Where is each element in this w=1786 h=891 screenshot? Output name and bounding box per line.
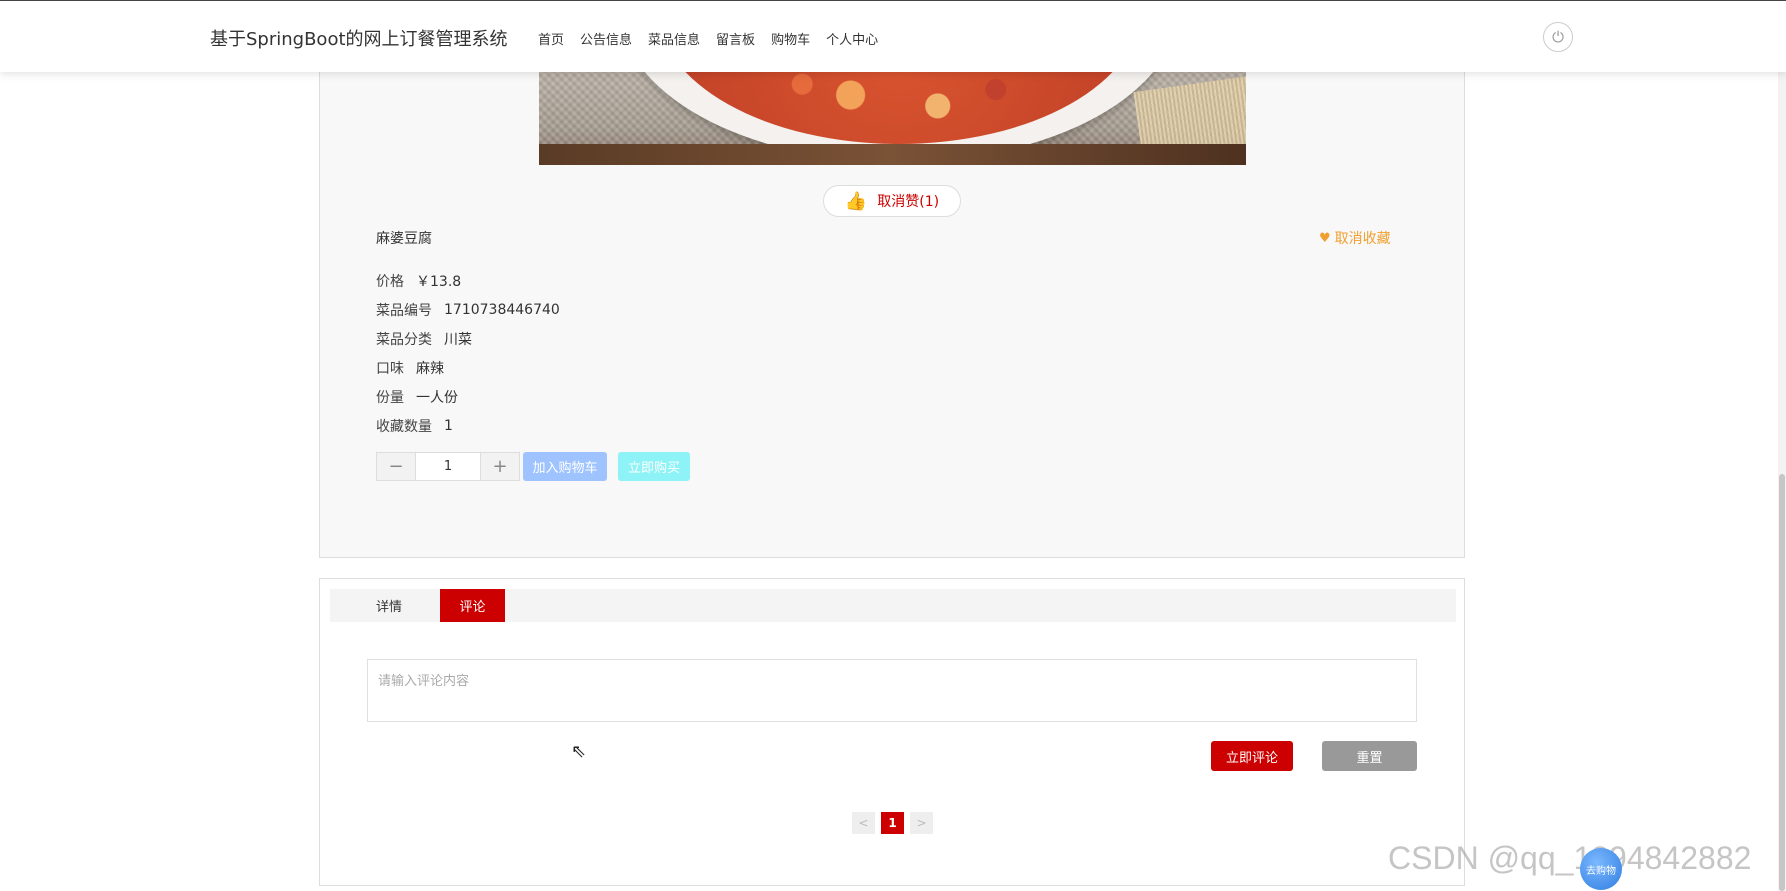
unfavorite-button[interactable]: ♥ 取消收藏 <box>1319 228 1391 248</box>
unfavorite-label: 取消收藏 <box>1334 231 1391 247</box>
plus-icon: + <box>492 456 508 477</box>
current-page-button[interactable]: 1 <box>881 812 904 834</box>
thumbs-up-icon: 👍 <box>844 190 868 212</box>
table-shape <box>539 144 1246 165</box>
attr-favorite-count: 收藏数量 1 <box>376 411 560 440</box>
attr-value: 1 <box>444 417 453 434</box>
attr-category: 菜品分类 川菜 <box>376 324 560 353</box>
nav-announcements[interactable]: 公告信息 <box>580 29 632 48</box>
mouse-cursor-icon: ⇖ <box>571 741 587 762</box>
attr-label: 菜品分类 <box>376 331 432 348</box>
attr-portion: 份量 一人份 <box>376 382 560 411</box>
attr-value: ￥13.8 <box>416 273 462 290</box>
attr-value: 一人份 <box>416 389 458 406</box>
attr-label: 价格 <box>376 273 404 290</box>
prev-page-button[interactable]: < <box>852 812 875 834</box>
attr-value: 麻辣 <box>416 360 444 377</box>
attr-dish-code: 菜品编号 1710738446740 <box>376 295 560 324</box>
power-icon: ⏻ <box>1552 28 1564 46</box>
attr-flavor: 口味 麻辣 <box>376 353 560 382</box>
decrease-quantity-button[interactable]: − <box>377 453 415 480</box>
attr-label: 收藏数量 <box>376 418 432 435</box>
submit-comment-button[interactable]: 立即评论 <box>1211 741 1293 771</box>
attr-label: 份量 <box>376 389 404 406</box>
reset-button[interactable]: 重置 <box>1322 741 1417 771</box>
increase-quantity-button[interactable]: + <box>481 453 519 480</box>
quantity-stepper: − + <box>376 452 520 481</box>
scrollbar-thumb[interactable] <box>1779 474 1785 891</box>
nav-dishes[interactable]: 菜品信息 <box>648 29 700 48</box>
logout-button[interactable]: ⏻ <box>1543 22 1573 52</box>
tab-comments[interactable]: 评论 <box>440 589 505 622</box>
nav-profile[interactable]: 个人中心 <box>826 29 878 48</box>
comment-input[interactable] <box>367 659 1417 722</box>
watermark: CSDN @qq_1394842882 <box>1388 840 1752 876</box>
top-navbar: 基于SpringBoot的网上订餐管理系统 首页 公告信息 菜品信息 留言板 购… <box>0 0 1786 72</box>
dish-image <box>539 72 1246 165</box>
tab-details[interactable]: 详情 <box>356 589 422 622</box>
unlike-label: 取消赞(1) <box>877 194 940 210</box>
attr-price: 价格 ￥13.8 <box>376 266 560 295</box>
review-panel <box>319 578 1465 886</box>
nav-home[interactable]: 首页 <box>538 29 564 48</box>
floating-shop-button[interactable]: 去购物 <box>1580 848 1622 890</box>
heart-icon: ♥ <box>1319 230 1331 246</box>
dish-name: 麻婆豆腐 <box>376 231 432 247</box>
attr-value: 1710738446740 <box>444 301 560 318</box>
next-page-button[interactable]: > <box>910 812 933 834</box>
attr-label: 口味 <box>376 360 404 377</box>
site-title: 基于SpringBoot的网上订餐管理系统 <box>210 29 508 50</box>
nav-cart[interactable]: 购物车 <box>771 29 810 48</box>
nav-message-board[interactable]: 留言板 <box>716 29 755 48</box>
minus-icon: − <box>388 456 404 477</box>
main-nav: 首页 公告信息 菜品信息 留言板 购物车 个人中心 <box>538 29 878 48</box>
add-to-cart-button[interactable]: 加入购物车 <box>523 452 607 481</box>
attr-value: 川菜 <box>444 331 472 348</box>
pagination: < 1 > <box>852 812 933 834</box>
buy-now-button[interactable]: 立即购买 <box>618 452 690 481</box>
unlike-button[interactable]: 👍 取消赞(1) <box>823 185 961 217</box>
dish-attributes: 价格 ￥13.8 菜品编号 1710738446740 菜品分类 川菜 口味 麻… <box>376 266 560 440</box>
attr-label: 菜品编号 <box>376 302 432 319</box>
quantity-input[interactable] <box>415 453 481 480</box>
